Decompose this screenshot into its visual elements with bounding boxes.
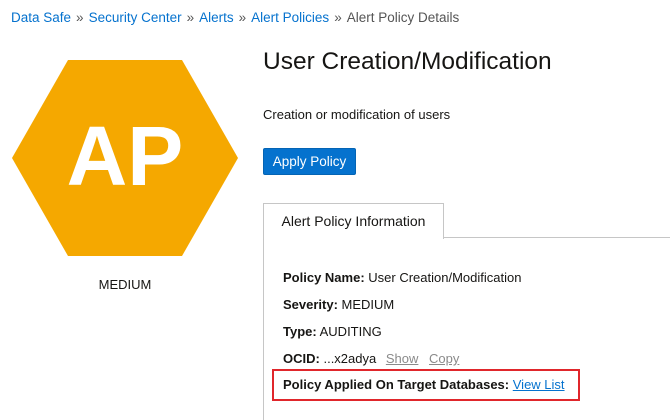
breadcrumb-separator: » (238, 10, 247, 25)
tab-alert-policy-information[interactable]: Alert Policy Information (263, 203, 444, 239)
badge-initials: AP (67, 109, 184, 203)
page-title: User Creation/Modification (263, 48, 552, 75)
breadcrumb-security-center[interactable]: Security Center (89, 10, 182, 25)
ocid-show-link[interactable]: Show (386, 351, 419, 366)
panel-border (263, 238, 264, 420)
policy-description: Creation or modification of users (263, 107, 451, 122)
type-label: Type: (283, 324, 317, 339)
severity-value: MEDIUM (341, 297, 395, 312)
breadcrumb-separator: » (334, 10, 342, 25)
policy-name-value: User Creation/Modification (368, 270, 522, 285)
breadcrumb-current: Alert Policy Details (346, 10, 460, 25)
ocid-copy-link[interactable]: Copy (429, 351, 459, 366)
severity-label: Severity: (283, 297, 338, 312)
view-list-link[interactable]: View List (513, 377, 565, 392)
tab-divider (443, 237, 670, 238)
ocid-label: OCID: (283, 351, 320, 366)
hexagon-badge-icon: AP (12, 60, 238, 256)
breadcrumb: Data Safe » Security Center » Alerts » Alert P… (11, 10, 459, 26)
breadcrumb-alerts[interactable]: Alerts (199, 10, 234, 25)
severity-row: Severity: MEDIUM (283, 297, 394, 312)
badge-severity-caption: MEDIUM (98, 277, 152, 292)
applied-targets-row: Policy Applied On Target Databases: View… (283, 377, 565, 392)
policy-name-label: Policy Name: (283, 270, 365, 285)
breadcrumb-separator: » (76, 10, 84, 25)
ocid-value: ...x2adya (323, 351, 377, 366)
type-row: Type: AUDITING (283, 324, 382, 339)
resource-badge: AP (12, 60, 238, 256)
policy-name-row: Policy Name: User Creation/Modification (283, 270, 521, 285)
ocid-row: OCID: ...x2adya Show Copy (283, 351, 459, 366)
applied-targets-label: Policy Applied On Target Databases: (283, 377, 510, 392)
apply-policy-button[interactable]: Apply Policy (263, 148, 356, 175)
breadcrumb-separator: » (186, 10, 195, 25)
breadcrumb-alert-policies[interactable]: Alert Policies (251, 10, 329, 25)
breadcrumb-data-safe[interactable]: Data Safe (11, 10, 71, 25)
alert-policy-details-page: Data Safe » Security Center » Alerts » Alert P… (0, 0, 670, 420)
type-value: AUDITING (319, 324, 382, 339)
